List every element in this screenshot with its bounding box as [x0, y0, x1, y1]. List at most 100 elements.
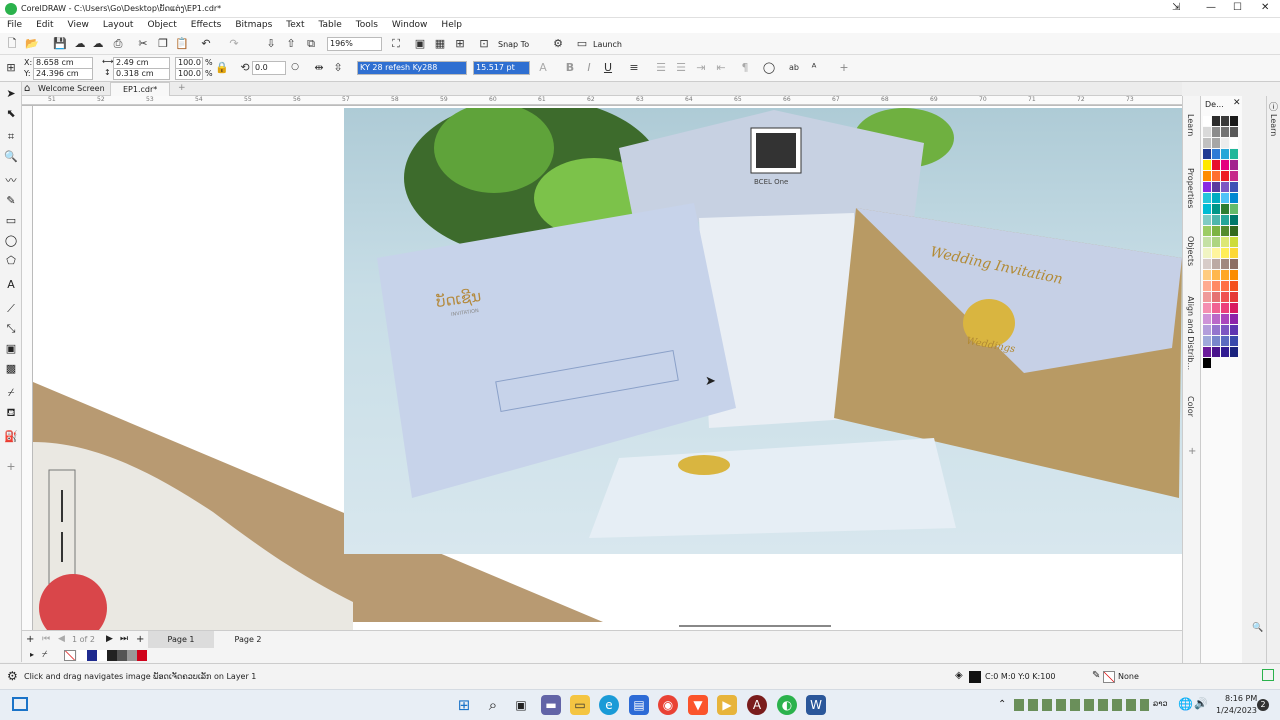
- indent-icon[interactable]: ⇥: [693, 60, 709, 76]
- color-swatch[interactable]: [1212, 347, 1220, 357]
- volume-icon[interactable]: 🔊: [1194, 697, 1208, 710]
- tab-welcome-screen[interactable]: Welcome Screen: [38, 84, 105, 93]
- color-swatch[interactable]: [1212, 237, 1220, 247]
- color-swatch[interactable]: [1230, 204, 1238, 214]
- color-swatch[interactable]: [1230, 127, 1238, 137]
- color-swatch[interactable]: [1221, 336, 1229, 346]
- color-swatch[interactable]: [1203, 160, 1211, 170]
- no-color-swatch[interactable]: [64, 650, 76, 661]
- lock-ratio-icon[interactable]: 🔒: [214, 60, 230, 76]
- color-swatch[interactable]: [1221, 149, 1229, 159]
- options-gear-icon[interactable]: ⚙: [550, 36, 566, 52]
- color-swatch[interactable]: [1221, 215, 1229, 225]
- color-swatch[interactable]: [1230, 336, 1238, 346]
- add-page-end-icon[interactable]: +: [136, 634, 144, 645]
- new-icon[interactable]: 🗋: [4, 36, 20, 52]
- color-swatch[interactable]: [1212, 281, 1220, 291]
- dock-add-icon[interactable]: +: [1188, 446, 1196, 457]
- crop-tool-icon[interactable]: ⌗: [3, 129, 19, 145]
- save-icon[interactable]: 💾: [52, 36, 68, 52]
- chrome-icon[interactable]: ◉: [658, 695, 678, 715]
- tab-ep1[interactable]: EP1.cdr*: [110, 82, 171, 96]
- color-swatch[interactable]: [1230, 292, 1238, 302]
- mirror-vertical-icon[interactable]: ⇳: [330, 60, 346, 76]
- color-swatch[interactable]: [1212, 160, 1220, 170]
- color-swatch[interactable]: [1221, 292, 1229, 302]
- color-swatch[interactable]: [1203, 292, 1211, 302]
- color-swatch[interactable]: [1203, 314, 1211, 324]
- color-swatch[interactable]: [1212, 182, 1220, 192]
- add-tool-icon[interactable]: +: [3, 459, 19, 475]
- zoom-corner-icon[interactable]: 🔍: [1252, 623, 1263, 633]
- zoom-level-field[interactable]: 196%: [327, 37, 382, 51]
- snap-icon[interactable]: ⊡: [476, 36, 492, 52]
- color-swatch[interactable]: [1221, 270, 1229, 280]
- color-swatch[interactable]: [1203, 237, 1211, 247]
- color-swatch[interactable]: [1212, 149, 1220, 159]
- info-icon[interactable]: ⓘ: [1269, 100, 1278, 113]
- dock-tab-properties[interactable]: Properties: [1186, 168, 1195, 208]
- pick-tool-icon[interactable]: ➤: [3, 86, 19, 102]
- palette-arrow-icon[interactable]: ▸: [30, 650, 34, 659]
- color-swatch[interactable]: [1230, 281, 1238, 291]
- color-swatch[interactable]: [1221, 204, 1229, 214]
- clock-date[interactable]: 1/24/2023: [1216, 706, 1257, 715]
- show-desktop-icon[interactable]: [12, 697, 28, 711]
- color-swatch[interactable]: [1212, 336, 1220, 346]
- color-swatch[interactable]: [1203, 259, 1211, 269]
- settings-gear-icon[interactable]: ⚙: [7, 669, 18, 683]
- document-color-swatch[interactable]: [87, 650, 97, 661]
- drop-cap-icon[interactable]: ¶: [737, 60, 753, 76]
- color-swatch[interactable]: [1212, 248, 1220, 258]
- dock-tab-learn[interactable]: Learn: [1186, 114, 1195, 136]
- dimension-tool-icon[interactable]: ⟋: [3, 301, 19, 317]
- menu-help[interactable]: Help: [434, 18, 469, 33]
- font-size-dropdown[interactable]: 15.517 pt: [473, 61, 530, 75]
- artistic-media-icon[interactable]: ✎: [3, 193, 19, 209]
- open-icon[interactable]: 📂: [24, 36, 40, 52]
- add-icon[interactable]: +: [836, 60, 852, 76]
- close-button[interactable]: ✕: [1261, 2, 1269, 13]
- paste-icon[interactable]: 📋: [174, 36, 190, 52]
- color-swatch[interactable]: [1221, 281, 1229, 291]
- color-swatch[interactable]: [1212, 171, 1220, 181]
- polygon-tool-icon[interactable]: ⬠: [3, 253, 19, 269]
- cut-icon[interactable]: ✂: [135, 36, 151, 52]
- copy-icon[interactable]: ❐: [155, 36, 171, 52]
- horizontal-scrollbar[interactable]: [679, 625, 831, 627]
- full-screen-icon[interactable]: ▣: [412, 36, 428, 52]
- zoom-tool-icon[interactable]: 🔍: [3, 149, 19, 165]
- color-swatch[interactable]: [1203, 347, 1211, 357]
- shape-tool-icon[interactable]: ⬉: [3, 106, 19, 122]
- menu-object[interactable]: Object: [140, 18, 183, 33]
- color-swatch[interactable]: [1203, 281, 1211, 291]
- minimize-button[interactable]: —: [1206, 2, 1216, 13]
- grid-icon[interactable]: ▦: [432, 36, 448, 52]
- numbered-list-icon[interactable]: ☰: [673, 60, 689, 76]
- eyedropper-tool-icon[interactable]: ⌿: [3, 385, 19, 401]
- color-swatch[interactable]: [1212, 292, 1220, 302]
- color-swatch[interactable]: [1221, 116, 1229, 126]
- color-swatch[interactable]: [1203, 215, 1211, 225]
- mirror-horizontal-icon[interactable]: ⇹: [311, 60, 327, 76]
- document-color-swatch[interactable]: [137, 650, 147, 661]
- menu-bitmaps[interactable]: Bitmaps: [228, 18, 279, 33]
- color-swatch[interactable]: [1221, 259, 1229, 269]
- color-swatch[interactable]: [1212, 226, 1220, 236]
- text-align-icon[interactable]: ≡: [626, 60, 642, 76]
- media-app-icon[interactable]: ▶: [717, 695, 737, 715]
- color-swatch[interactable]: [1212, 270, 1220, 280]
- network-icon[interactable]: 🌐: [1178, 697, 1193, 711]
- transparency-tool-icon[interactable]: ▩: [3, 361, 19, 377]
- task-view-icon[interactable]: ▣: [511, 695, 531, 715]
- upload-icon[interactable]: ☁: [72, 36, 88, 52]
- color-swatch[interactable]: [1230, 314, 1238, 324]
- right-learn-tab[interactable]: Learn: [1269, 114, 1278, 136]
- prev-page-icon[interactable]: ◀: [58, 634, 65, 644]
- store-icon[interactable]: ▤: [629, 695, 649, 715]
- scale-height-field[interactable]: 100.0: [175, 68, 203, 80]
- launch-icon[interactable]: ▭: [574, 36, 590, 52]
- bullet-list-icon[interactable]: ☰: [653, 60, 669, 76]
- notification-badge[interactable]: 2: [1257, 699, 1269, 711]
- document-color-swatch[interactable]: [97, 650, 107, 661]
